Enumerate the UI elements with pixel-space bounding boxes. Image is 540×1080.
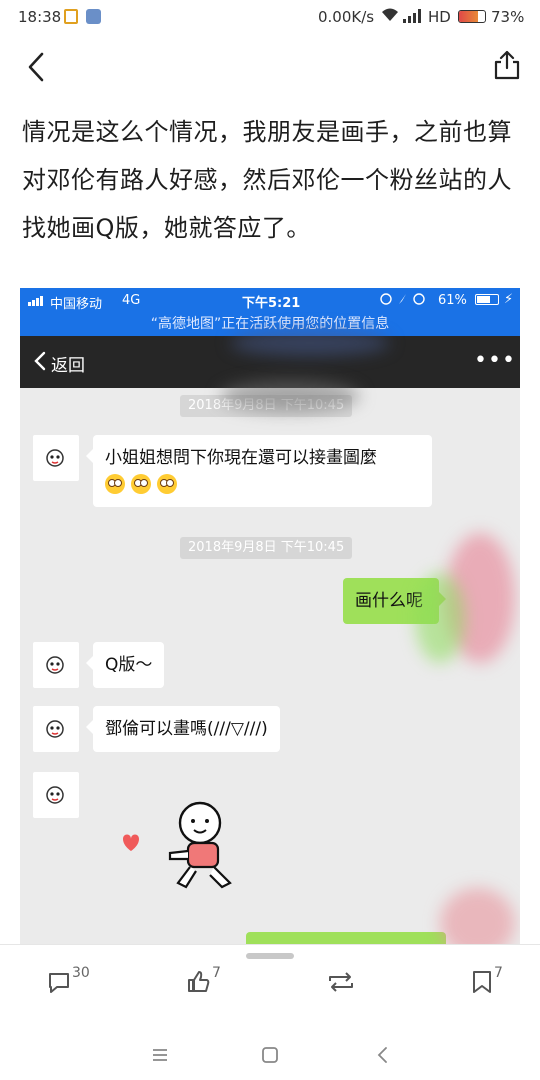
kneeling-heart-sticker	[123, 801, 232, 889]
message-text: 小姐姐想問下你現在還可以接畫圖麼	[105, 448, 377, 468]
comment-button[interactable]: 30	[46, 965, 106, 1003]
notification-icon	[64, 9, 78, 24]
avatar	[33, 435, 79, 481]
screenshot-battery-percent: 61%	[438, 293, 467, 308]
favorite-button[interactable]: 7	[470, 965, 510, 1003]
message-bubble-incoming: 鄧倫可以畫嗎(///▽///)	[86, 706, 280, 752]
battery-icon	[475, 294, 499, 305]
system-nav-bar	[0, 1030, 540, 1080]
menu-icon	[153, 1049, 167, 1061]
avatar	[33, 772, 79, 818]
comment-count: 30	[72, 965, 90, 981]
message-bubble-outgoing	[246, 932, 446, 944]
charging-icon: ⚡	[504, 292, 514, 307]
home-button[interactable]	[255, 1040, 285, 1070]
system-back-button[interactable]	[368, 1040, 398, 1070]
chevron-left-icon	[28, 52, 44, 82]
more-dots-icon[interactable]: •••	[474, 348, 516, 373]
wifi-icon	[380, 7, 400, 27]
share-icon	[494, 50, 520, 80]
screenshot-status-bar: 中国移动 4G 下午5:21 61% ⚡ “高德地图”正在活跃使用您的位置信息	[20, 288, 520, 336]
embedded-screenshot: 中国移动 4G 下午5:21 61% ⚡ “高德地图”正在活跃使用您的位置信息 …	[20, 288, 520, 944]
privacy-blur	[415, 573, 465, 663]
back-button[interactable]	[22, 50, 52, 84]
signal-icon	[28, 296, 48, 306]
chat-back-button[interactable]: 返回	[51, 351, 85, 376]
chevron-left-icon[interactable]	[34, 351, 46, 371]
privacy-blur	[220, 380, 360, 412]
signal-icon	[403, 9, 425, 23]
app-icon	[86, 9, 101, 24]
like-count: 7	[212, 965, 221, 981]
network-speed: 0.00K/s	[318, 8, 375, 26]
privacy-blur	[440, 888, 515, 944]
message-bubble-incoming: Q版～	[85, 642, 165, 688]
drag-handle[interactable]	[246, 953, 294, 959]
menu-button[interactable]	[145, 1040, 175, 1070]
favorite-count: 7	[494, 965, 503, 981]
flushed-face-emoji	[157, 474, 177, 494]
repost-icon	[329, 972, 353, 992]
status-time: 18:38	[18, 8, 62, 26]
message-text: 画什么呢	[355, 591, 423, 611]
privacy-blur	[230, 330, 390, 356]
back-icon	[377, 1047, 387, 1063]
carrier-name: 中国移动	[50, 297, 103, 312]
repost-button[interactable]	[326, 967, 356, 1003]
message-text: Q版～	[105, 655, 153, 675]
comment-icon	[49, 973, 69, 993]
battery-icon	[458, 10, 486, 23]
share-button[interactable]	[492, 48, 522, 82]
home-icon	[262, 1047, 278, 1063]
avatar	[33, 642, 79, 688]
screenshot-time: 下午5:21	[242, 296, 301, 311]
message-timestamp: 2018年9月8日 下午10:45	[180, 537, 353, 559]
network-type: HD	[428, 8, 451, 26]
bookmark-icon	[473, 971, 491, 993]
thumbs-up-icon	[188, 971, 210, 992]
battery-percent: 73%	[491, 8, 525, 26]
status-icons	[380, 292, 430, 310]
message-bubble-incoming: 小姐姐想問下你現在還可以接畫圖麼	[86, 435, 432, 507]
status-bar: 18:38 0.00K/s HD 73%	[0, 0, 540, 34]
network-type: 4G	[122, 293, 141, 308]
message-text: 鄧倫可以畫嗎(///▽///)	[105, 719, 268, 739]
avatar	[33, 706, 79, 752]
post-text: 情况是这么个情况，我朋友是画手，之前也算对邓伦有路人好感，然后邓伦一个粉丝站的人…	[22, 118, 512, 242]
flushed-face-emoji	[131, 474, 151, 494]
location-notice: “高德地图”正在活跃使用您的位置信息	[150, 316, 390, 332]
like-button[interactable]: 7	[186, 965, 236, 1003]
flushed-face-emoji	[105, 474, 125, 494]
